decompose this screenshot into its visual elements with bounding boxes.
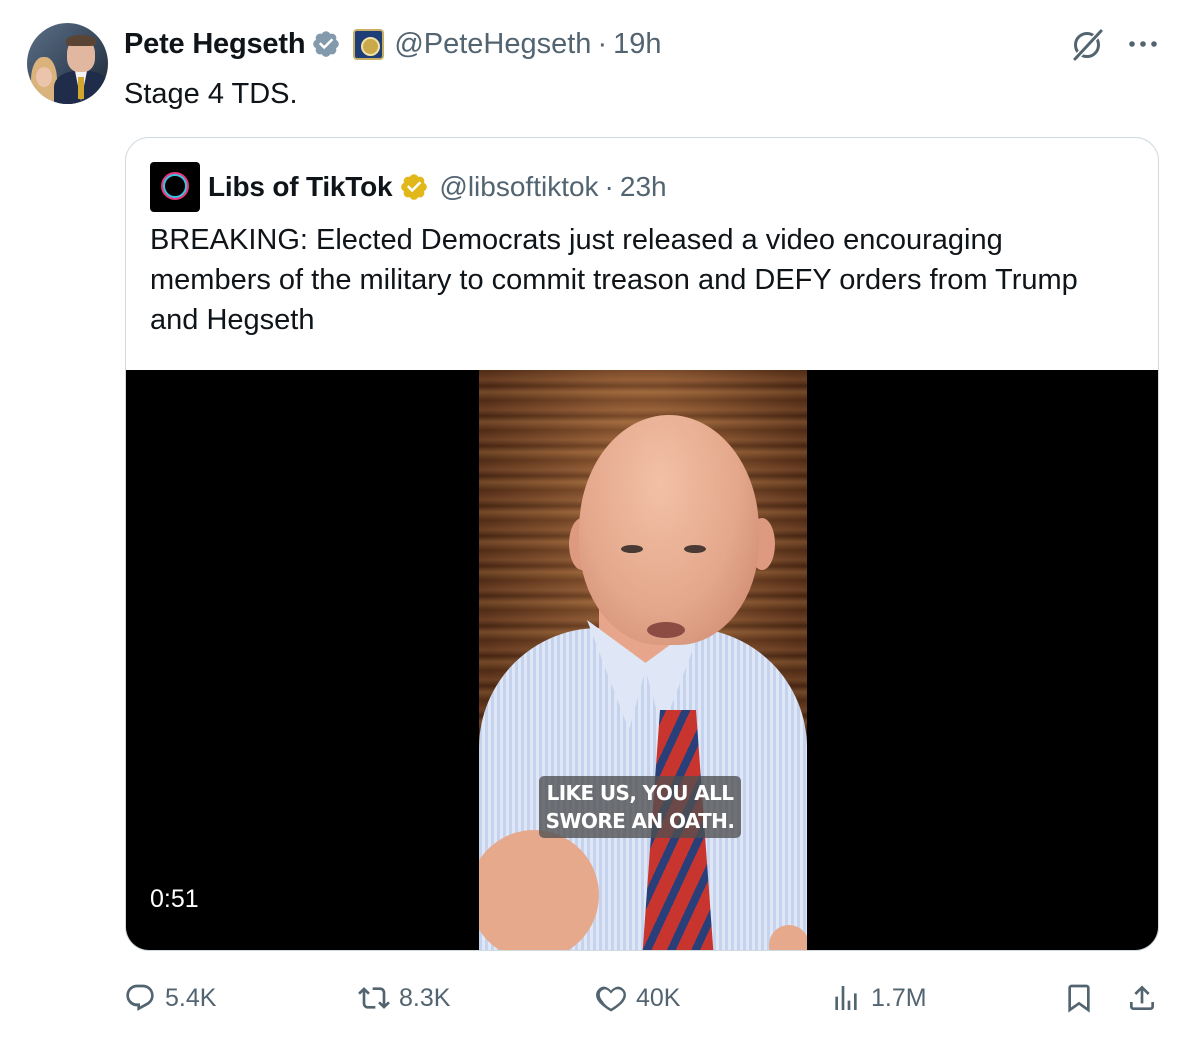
views-count: 1.7M bbox=[871, 983, 927, 1012]
views-button[interactable]: 1.7M bbox=[830, 975, 927, 1021]
author-name[interactable]: Pete Hegseth bbox=[124, 28, 306, 61]
repost-icon bbox=[358, 987, 390, 1009]
repost-count: 8.3K bbox=[399, 983, 451, 1012]
action-bar: 5.4K 8.3K 40K 1.7M bbox=[0, 975, 1190, 1021]
share-icon[interactable] bbox=[1126, 982, 1158, 1014]
video-caption-line-2: SWORE AN OATH. bbox=[545, 809, 735, 833]
reply-count: 5.4K bbox=[165, 983, 217, 1012]
gold-verified-badge-icon[interactable] bbox=[399, 172, 429, 202]
quoted-time[interactable]: 23h bbox=[620, 171, 667, 203]
reply-icon bbox=[126, 984, 154, 1011]
like-button[interactable]: 40K bbox=[595, 975, 680, 1021]
grok-icon[interactable] bbox=[1068, 26, 1106, 64]
video-duration: 0:51 bbox=[150, 885, 199, 913]
quoted-avatar[interactable] bbox=[150, 162, 200, 212]
separator-dot: · bbox=[597, 27, 608, 60]
reply-button[interactable]: 5.4K bbox=[124, 975, 216, 1021]
video-player[interactable]: LIKE US, YOU ALL SWORE AN OATH. 0:51 bbox=[126, 370, 1158, 950]
more-dots-icon[interactable] bbox=[1125, 26, 1161, 62]
quoted-author-name[interactable]: Libs of TikTok bbox=[208, 171, 393, 203]
video-frame: LIKE US, YOU ALL SWORE AN OATH. bbox=[479, 370, 807, 950]
repost-button[interactable]: 8.3K bbox=[358, 975, 450, 1021]
tweet-header: Pete Hegseth @PeteHegseth · 19h bbox=[124, 24, 662, 64]
tweet-time[interactable]: 19h bbox=[613, 28, 661, 61]
heart-icon bbox=[596, 986, 626, 1012]
tweet-text: Stage 4 TDS. bbox=[124, 78, 298, 110]
quoted-header: Libs of TikTok @libsoftiktok · 23h bbox=[150, 162, 667, 212]
verified-badge-icon[interactable] bbox=[311, 29, 341, 59]
video-caption-line-1: LIKE US, YOU ALL bbox=[546, 781, 734, 805]
like-count: 40K bbox=[636, 983, 681, 1012]
author-avatar[interactable] bbox=[27, 23, 108, 104]
quoted-author-handle[interactable]: @libsoftiktok bbox=[439, 171, 598, 203]
bookmark-icon[interactable] bbox=[1063, 982, 1095, 1014]
views-icon bbox=[835, 986, 857, 1010]
video-caption: LIKE US, YOU ALL SWORE AN OATH. bbox=[539, 776, 741, 838]
government-affiliation-icon[interactable] bbox=[353, 28, 385, 60]
quoted-tweet[interactable]: Libs of TikTok @libsoftiktok · 23h BREAK… bbox=[125, 137, 1159, 951]
quoted-text: BREAKING: Elected Democrats just release… bbox=[150, 224, 1078, 336]
quoted-separator-dot: · bbox=[604, 171, 614, 202]
author-handle[interactable]: @PeteHegseth bbox=[394, 28, 591, 61]
